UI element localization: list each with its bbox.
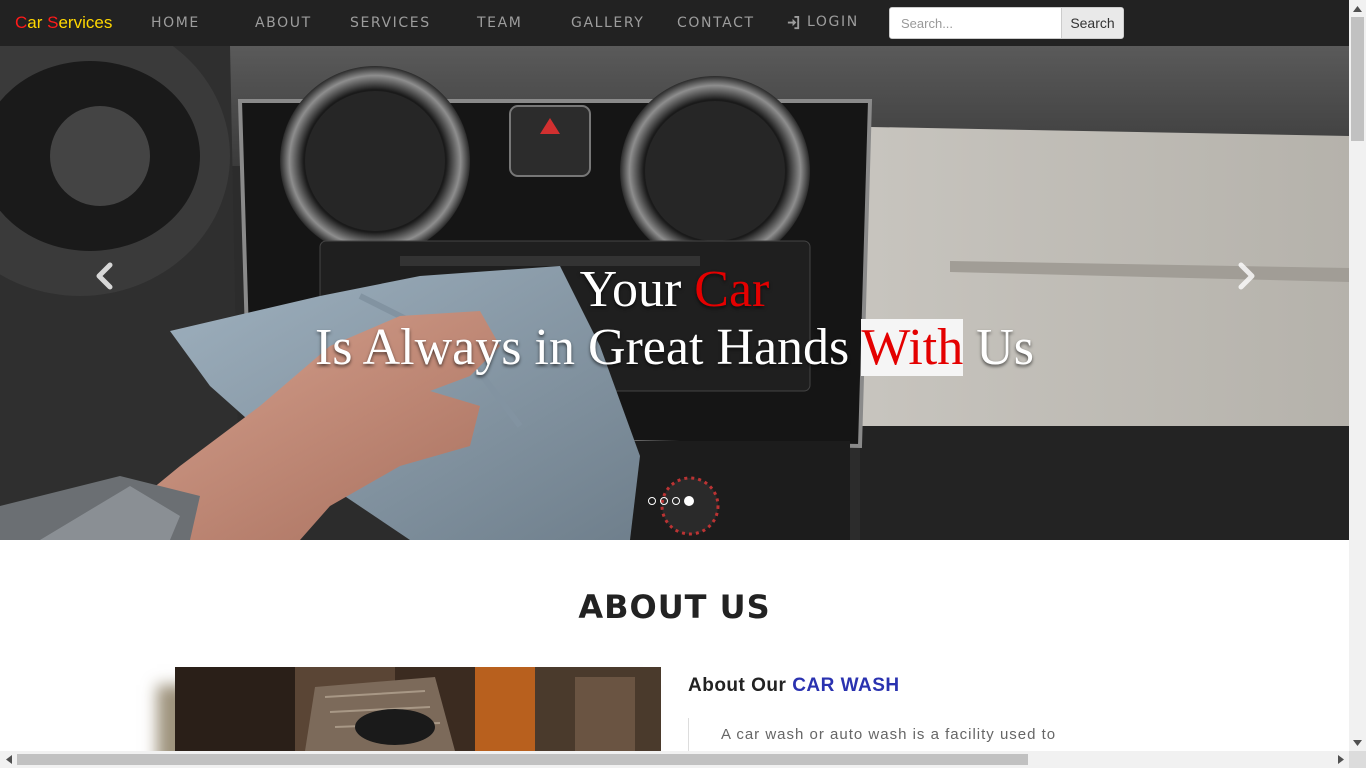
about-subheading: About Our CAR WASH [688,675,900,697]
brand-logo[interactable]: Car Services [15,13,112,33]
hero-text-your: Your [579,261,695,318]
top-navbar: Car Services HOME ABOUT SERVICES TEAM GA… [0,0,1349,47]
nav-contact[interactable]: CONTACT [677,15,755,31]
brand-text-ervices: ervices [58,13,113,32]
about-heading: ABOUT US [578,588,771,626]
about-sub-highlight: CAR WASH [792,675,900,696]
nav-services[interactable]: SERVICES [350,15,431,31]
carousel-dot-4[interactable] [684,496,694,506]
scroll-up-icon[interactable] [1349,0,1366,17]
hero-text-us: Us [963,319,1035,376]
search-form: Search [889,7,1124,39]
carousel-dot-3[interactable] [672,497,680,505]
nav-home[interactable]: HOME [151,15,200,31]
vertical-scroll-thumb[interactable] [1351,17,1364,141]
nav-team[interactable]: TEAM [477,15,522,31]
nav-login[interactable]: LOGIN [786,14,859,30]
about-sub-text: About Our [688,675,793,696]
hero-text-with: With [861,319,964,376]
vertical-scrollbar[interactable] [1349,0,1366,751]
horizontal-scroll-thumb[interactable] [17,754,1028,765]
login-label: LOGIN [807,14,859,30]
car-wash-photo [175,667,661,751]
carousel-dot-1[interactable] [648,497,656,505]
search-button[interactable]: Search [1061,8,1123,38]
brand-text-ar: ar [27,13,48,32]
scrollbar-corner [1349,751,1366,768]
about-image [175,667,661,751]
scroll-right-icon[interactable] [1332,751,1349,768]
brand-letter-s: S [47,13,59,32]
hero-carousel: Your Car Is Always in Great Hands With U… [0,46,1349,540]
search-input[interactable] [890,8,1060,38]
nav-gallery[interactable]: GALLERY [571,15,644,31]
carousel-indicators [648,496,694,506]
hero-text-always: Is Always in Great Hands [314,319,862,376]
horizontal-scrollbar[interactable] [0,751,1349,768]
scroll-left-icon[interactable] [0,751,17,768]
login-icon [786,15,801,30]
hero-caption-line1: Your Car [0,260,1349,319]
brand-letter-c: C [15,13,28,32]
scroll-down-icon[interactable] [1349,734,1366,751]
hero-text-car: Car [694,261,770,318]
carousel-dot-2[interactable] [660,497,668,505]
hero-caption-line2: Is Always in Great Hands With Us [0,318,1349,377]
nav-about[interactable]: ABOUT [255,15,312,31]
